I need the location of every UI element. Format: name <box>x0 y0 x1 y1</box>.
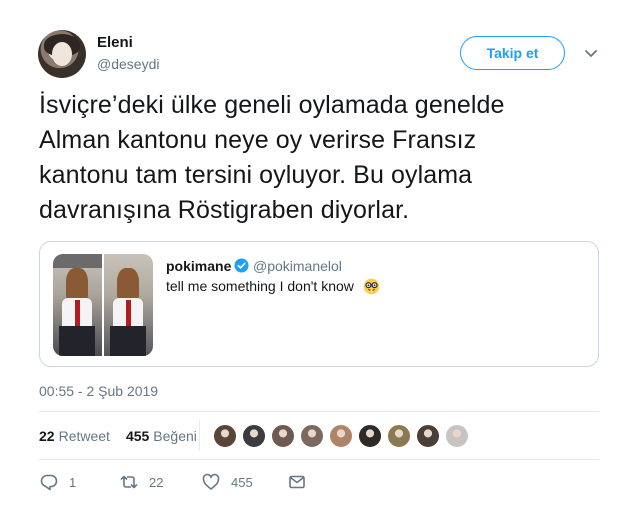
quoted-text: tell me something I don't know <box>166 278 354 294</box>
quoted-author-name: pokimane <box>166 258 232 274</box>
liker-avatar[interactable] <box>445 424 469 448</box>
quoted-image-1[interactable] <box>53 254 102 356</box>
like-count: 455 <box>231 474 253 490</box>
image-hair <box>66 268 88 302</box>
chalkboard <box>53 254 102 268</box>
follow-button[interactable]: Takip et <box>460 36 565 70</box>
nerd-face-emoji-icon <box>363 278 380 295</box>
image-skirt <box>110 326 146 356</box>
direct-message-button[interactable] <box>287 472 307 492</box>
divider <box>39 411 599 412</box>
tweet-text: İsviçre’deki ülke geneli oylamada geneld… <box>39 88 599 228</box>
liker-avatar[interactable] <box>329 424 353 448</box>
like-stat[interactable]: 455 Beğeni <box>126 428 197 444</box>
author-name[interactable]: Eleni <box>97 34 133 51</box>
image-hair <box>117 268 139 302</box>
reply-icon <box>40 474 58 491</box>
like-stat-label: Beğeni <box>153 428 197 444</box>
verified-badge-icon <box>234 258 249 273</box>
retweet-count: 22 <box>149 474 164 490</box>
tweet-line: kantonu tam tersini oyluyor. Bu oylama <box>39 161 473 189</box>
author-handle[interactable]: @deseydi <box>97 56 159 72</box>
liker-avatar[interactable] <box>271 424 295 448</box>
liker-avatar[interactable] <box>300 424 324 448</box>
tweet-line: İsviçre’deki ülke geneli oylamada geneld… <box>39 91 505 119</box>
image-tie <box>75 300 80 326</box>
stats-separator <box>199 419 200 451</box>
liker-avatar[interactable] <box>387 424 411 448</box>
image-tie <box>126 300 131 326</box>
liker-avatar[interactable] <box>416 424 440 448</box>
envelope-icon <box>289 475 305 489</box>
retweet-stat-count: 22 <box>39 428 55 444</box>
liker-avatar[interactable] <box>242 424 266 448</box>
tweet-line: Alman kantonu neye oy verirse Fransız <box>39 126 477 154</box>
quoted-image-2[interactable] <box>104 254 153 356</box>
liker-avatar[interactable] <box>358 424 382 448</box>
quoted-author-handle: @pokimanelol <box>253 258 342 274</box>
quoted-tweet[interactable]: pokimane @pokimanelol tell me something … <box>39 241 599 367</box>
liker-avatar[interactable] <box>213 424 237 448</box>
retweet-stat-label: Retweet <box>58 428 110 444</box>
heart-icon <box>202 473 220 490</box>
tweet-line: davranışına Röstigraben diyorlar. <box>39 196 410 224</box>
likers-avatars <box>213 424 474 448</box>
reply-button[interactable]: 1 <box>39 472 119 492</box>
image-skirt <box>59 326 95 356</box>
like-stat-count: 455 <box>125 428 150 444</box>
engagement-stats: 22 Retweet 455 Beğeni <box>39 428 213 444</box>
like-button[interactable]: 455 <box>201 472 287 492</box>
author-avatar[interactable] <box>38 30 86 78</box>
retweet-button[interactable]: 22 <box>119 472 201 492</box>
retweet-stat[interactable]: 22 Retweet <box>39 428 110 444</box>
tweet-timestamp[interactable]: 00:55 - 2 Şub 2019 <box>39 383 158 399</box>
chevron-down-icon[interactable] <box>582 44 600 62</box>
avatar-face <box>52 42 72 66</box>
reply-count: 1 <box>69 474 77 490</box>
tweet-actions: 1 22 455 <box>39 472 307 492</box>
retweet-icon <box>120 475 138 489</box>
divider <box>39 459 599 460</box>
